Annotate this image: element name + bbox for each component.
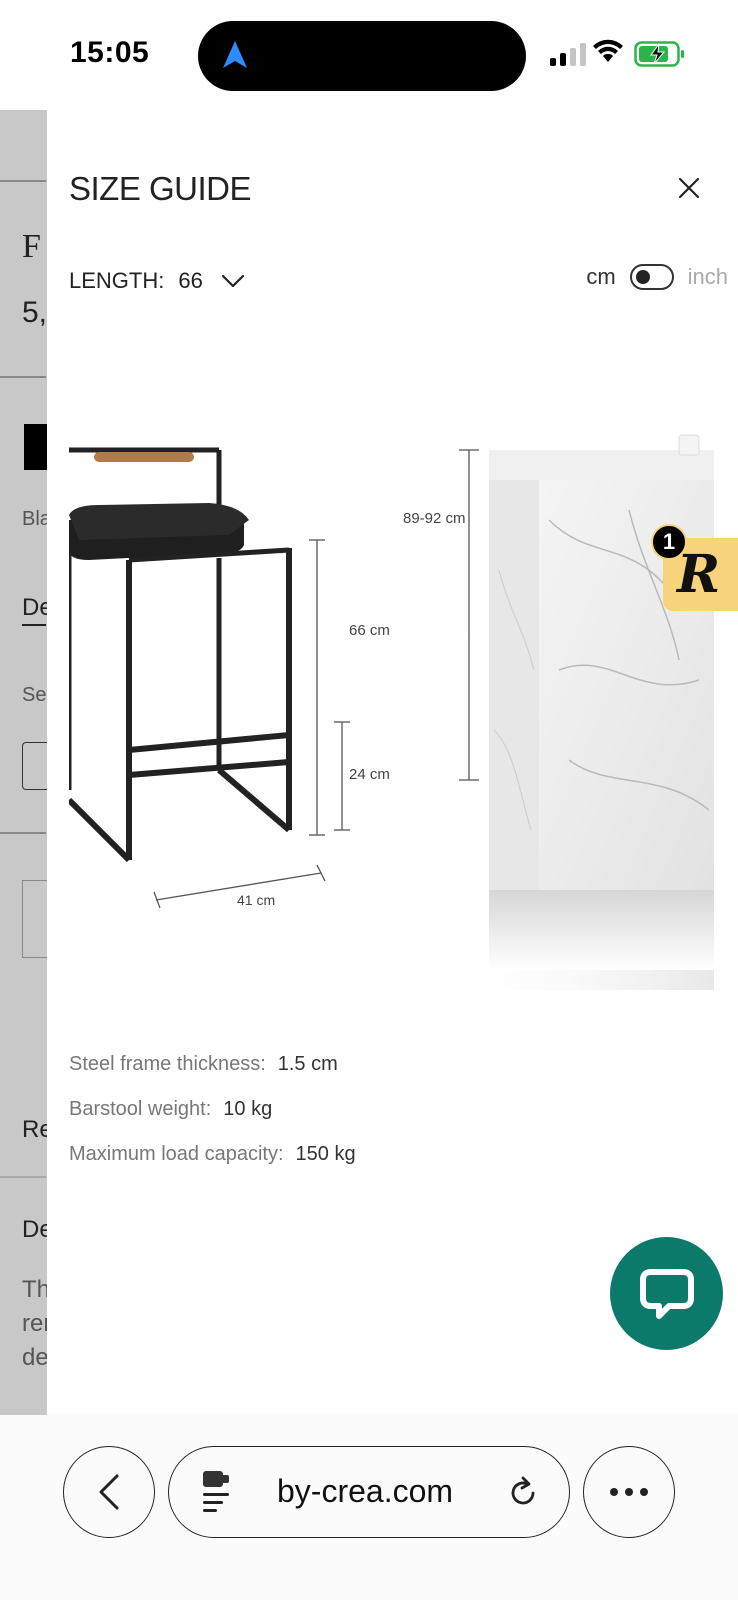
- wifi-icon: [593, 39, 623, 62]
- seat-height-dimension: [309, 539, 325, 836]
- length-value: 66: [178, 268, 203, 293]
- status-time: 15:05: [70, 36, 150, 69]
- counter-height-label: 89-92 cm: [403, 510, 466, 527]
- spec-list: Steel frame thickness: 1.5 cm Barstool w…: [69, 1042, 356, 1177]
- divider: [0, 180, 46, 182]
- screen: 15:05 F 5, Bla De Se Re De Th rer de SIZ…: [0, 0, 738, 1600]
- text-fragment: de: [22, 1344, 49, 1371]
- close-icon[interactable]: [675, 174, 703, 202]
- text-fragment: Th: [22, 1276, 51, 1303]
- spec-row: Steel frame thickness: 1.5 cm: [69, 1042, 356, 1087]
- length-selector[interactable]: LENGTH: 66: [69, 268, 245, 294]
- status-bar: 15:05: [0, 0, 738, 110]
- barstool-dimension-illustration: [69, 434, 714, 990]
- tab-underline: [22, 624, 46, 626]
- chevron-left-icon: [99, 1474, 119, 1510]
- unit-cm-label[interactable]: cm: [586, 264, 615, 290]
- divider: [0, 1176, 46, 1178]
- unit-inch-label[interactable]: inch: [688, 264, 728, 290]
- dot: [625, 1488, 633, 1496]
- spec-value: 10 kg: [223, 1098, 273, 1120]
- footrest-height-dimension: [334, 721, 350, 831]
- divider: [0, 832, 46, 834]
- spec-label: Steel frame thickness:: [69, 1053, 266, 1075]
- select-label-fragment: Se: [22, 684, 47, 706]
- product-title-fragment: F: [22, 228, 41, 265]
- size-guide-title: SIZE GUIDE: [69, 170, 252, 207]
- spec-label: Barstool weight:: [69, 1098, 212, 1120]
- reader-extension-icon: [203, 1471, 229, 1512]
- address-bar[interactable]: by-crea.com: [168, 1446, 570, 1538]
- spec-row: Maximum load capacity: 150 kg: [69, 1132, 356, 1177]
- browser-toolbar: by-crea.com: [0, 1415, 738, 1600]
- location-arrow-icon: [223, 41, 247, 68]
- rewards-letter: R: [677, 544, 721, 605]
- seat-height-label: 66 cm: [349, 622, 390, 639]
- back-button[interactable]: [63, 1446, 155, 1538]
- dot: [610, 1488, 618, 1496]
- unit-toggle[interactable]: [629, 264, 674, 290]
- barstool: [69, 447, 292, 863]
- marble-counter: [429, 434, 714, 990]
- reload-icon[interactable]: [505, 1475, 541, 1511]
- spec-label: Maximum load capacity:: [69, 1143, 284, 1165]
- toggle-knob: [635, 270, 650, 284]
- chat-button[interactable]: [610, 1237, 723, 1350]
- size-guide-panel: SIZE GUIDE LENGTH: 66 cm inch 89-92 cm 6…: [47, 110, 738, 1415]
- length-label: LENGTH:: [69, 268, 165, 293]
- chevron-down-icon: [221, 274, 244, 288]
- spec-row: Barstool weight: 10 kg: [69, 1087, 356, 1132]
- battery-charging-icon: [634, 41, 684, 67]
- divider: [0, 376, 46, 378]
- url-text: by-crea.com: [277, 1473, 454, 1509]
- cellular-signal-icon: [550, 42, 586, 66]
- notification-count-badge: 1: [651, 524, 687, 560]
- color-swatch[interactable]: [24, 424, 48, 470]
- footrest-height-label: 24 cm: [349, 766, 390, 783]
- spec-value: 150 kg: [295, 1143, 356, 1165]
- seat-width-label: 41 cm: [237, 892, 276, 908]
- dynamic-island: [198, 21, 526, 91]
- spec-value: 1.5 cm: [277, 1053, 338, 1075]
- unit-switcher: cm inch: [586, 264, 728, 290]
- chat-bubble-icon: [639, 1268, 694, 1319]
- more-options-button[interactable]: [583, 1446, 675, 1538]
- dot: [640, 1488, 648, 1496]
- price-fragment: 5,: [22, 296, 48, 329]
